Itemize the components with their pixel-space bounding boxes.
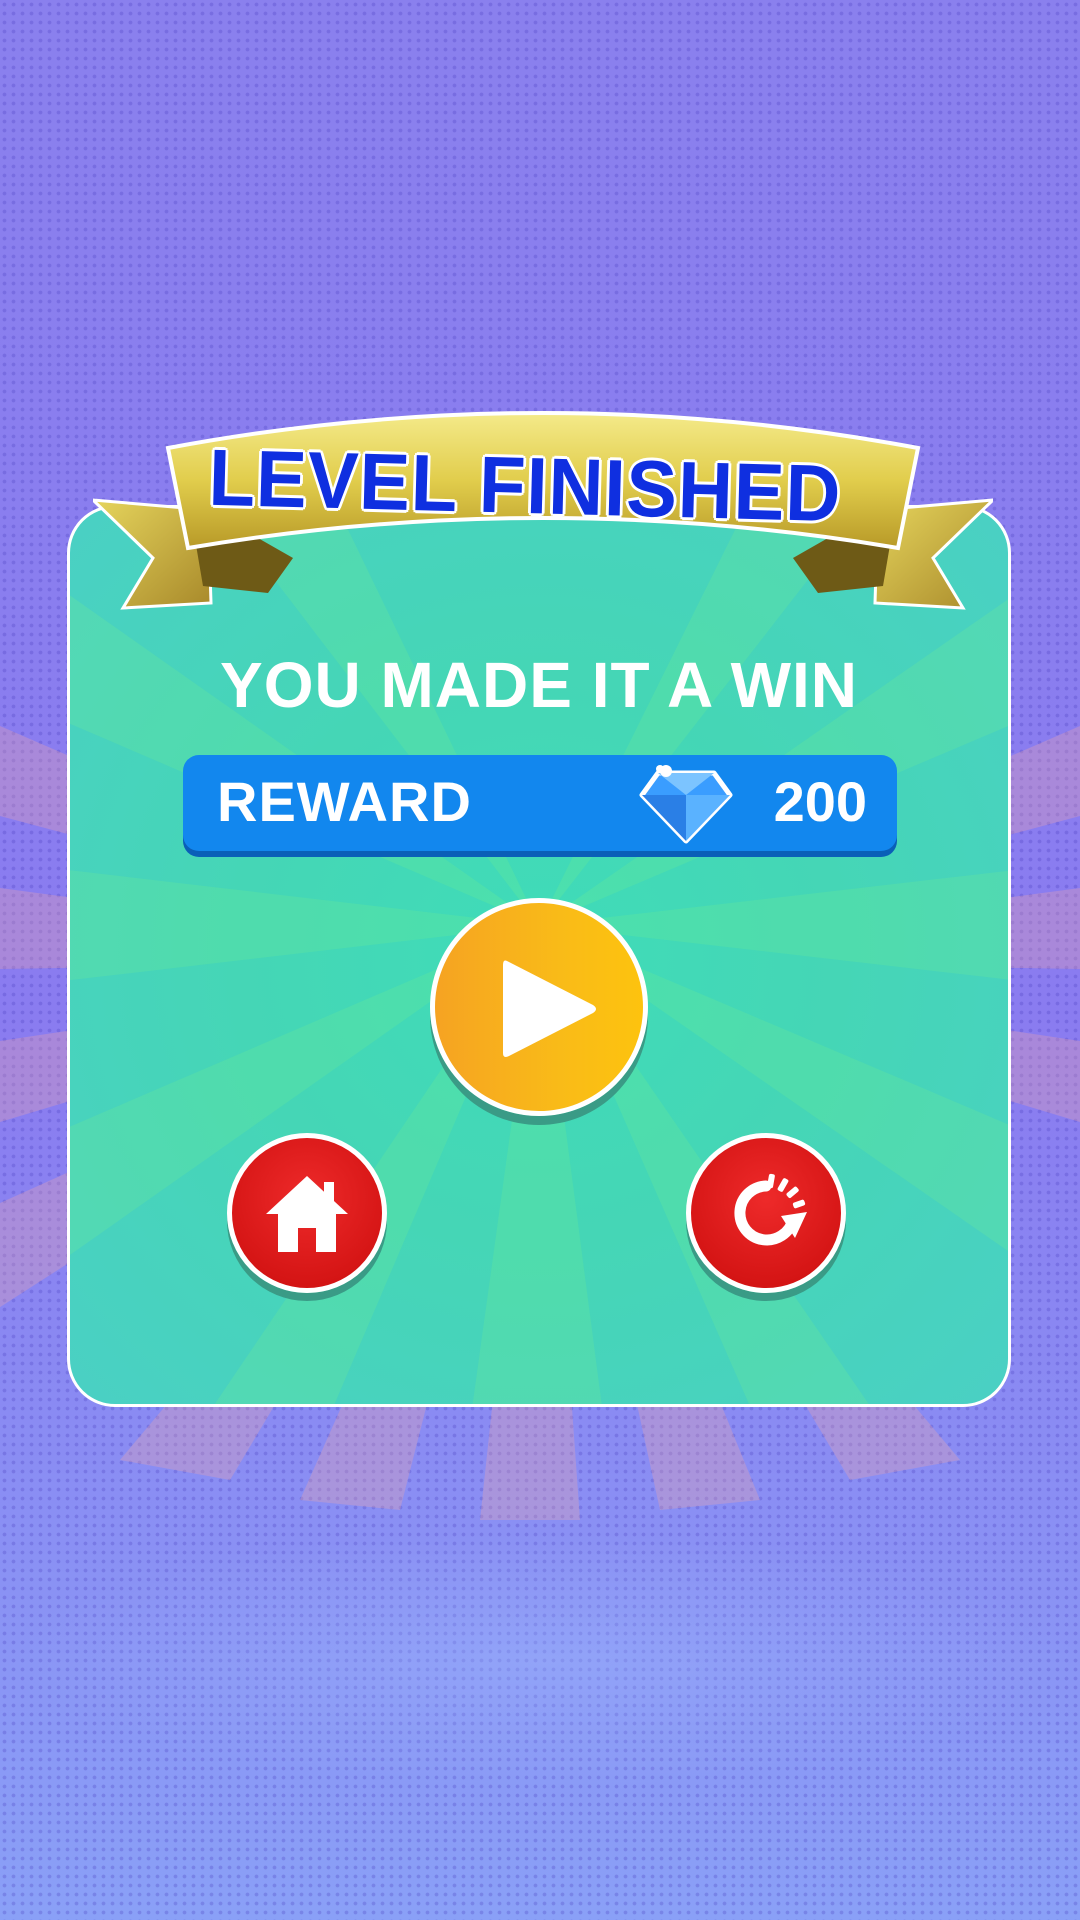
reward-label: REWARD: [217, 770, 472, 833]
bottom-glow: [0, 1530, 1080, 1790]
win-message: YOU MADE IT A WIN: [220, 649, 858, 721]
home-icon: [266, 1176, 348, 1252]
gem-icon: [639, 765, 733, 844]
replay-icon: [734, 1173, 807, 1246]
play-next-button[interactable]: [430, 898, 648, 1116]
replay-button[interactable]: [686, 1133, 846, 1293]
level-finished-title: LEVEL FINISHED: [207, 432, 843, 539]
reward-amount: 200: [773, 770, 867, 833]
reward-bar: REWARD 200: [183, 755, 897, 851]
play-icon: [503, 960, 596, 1057]
home-button[interactable]: [227, 1133, 387, 1293]
